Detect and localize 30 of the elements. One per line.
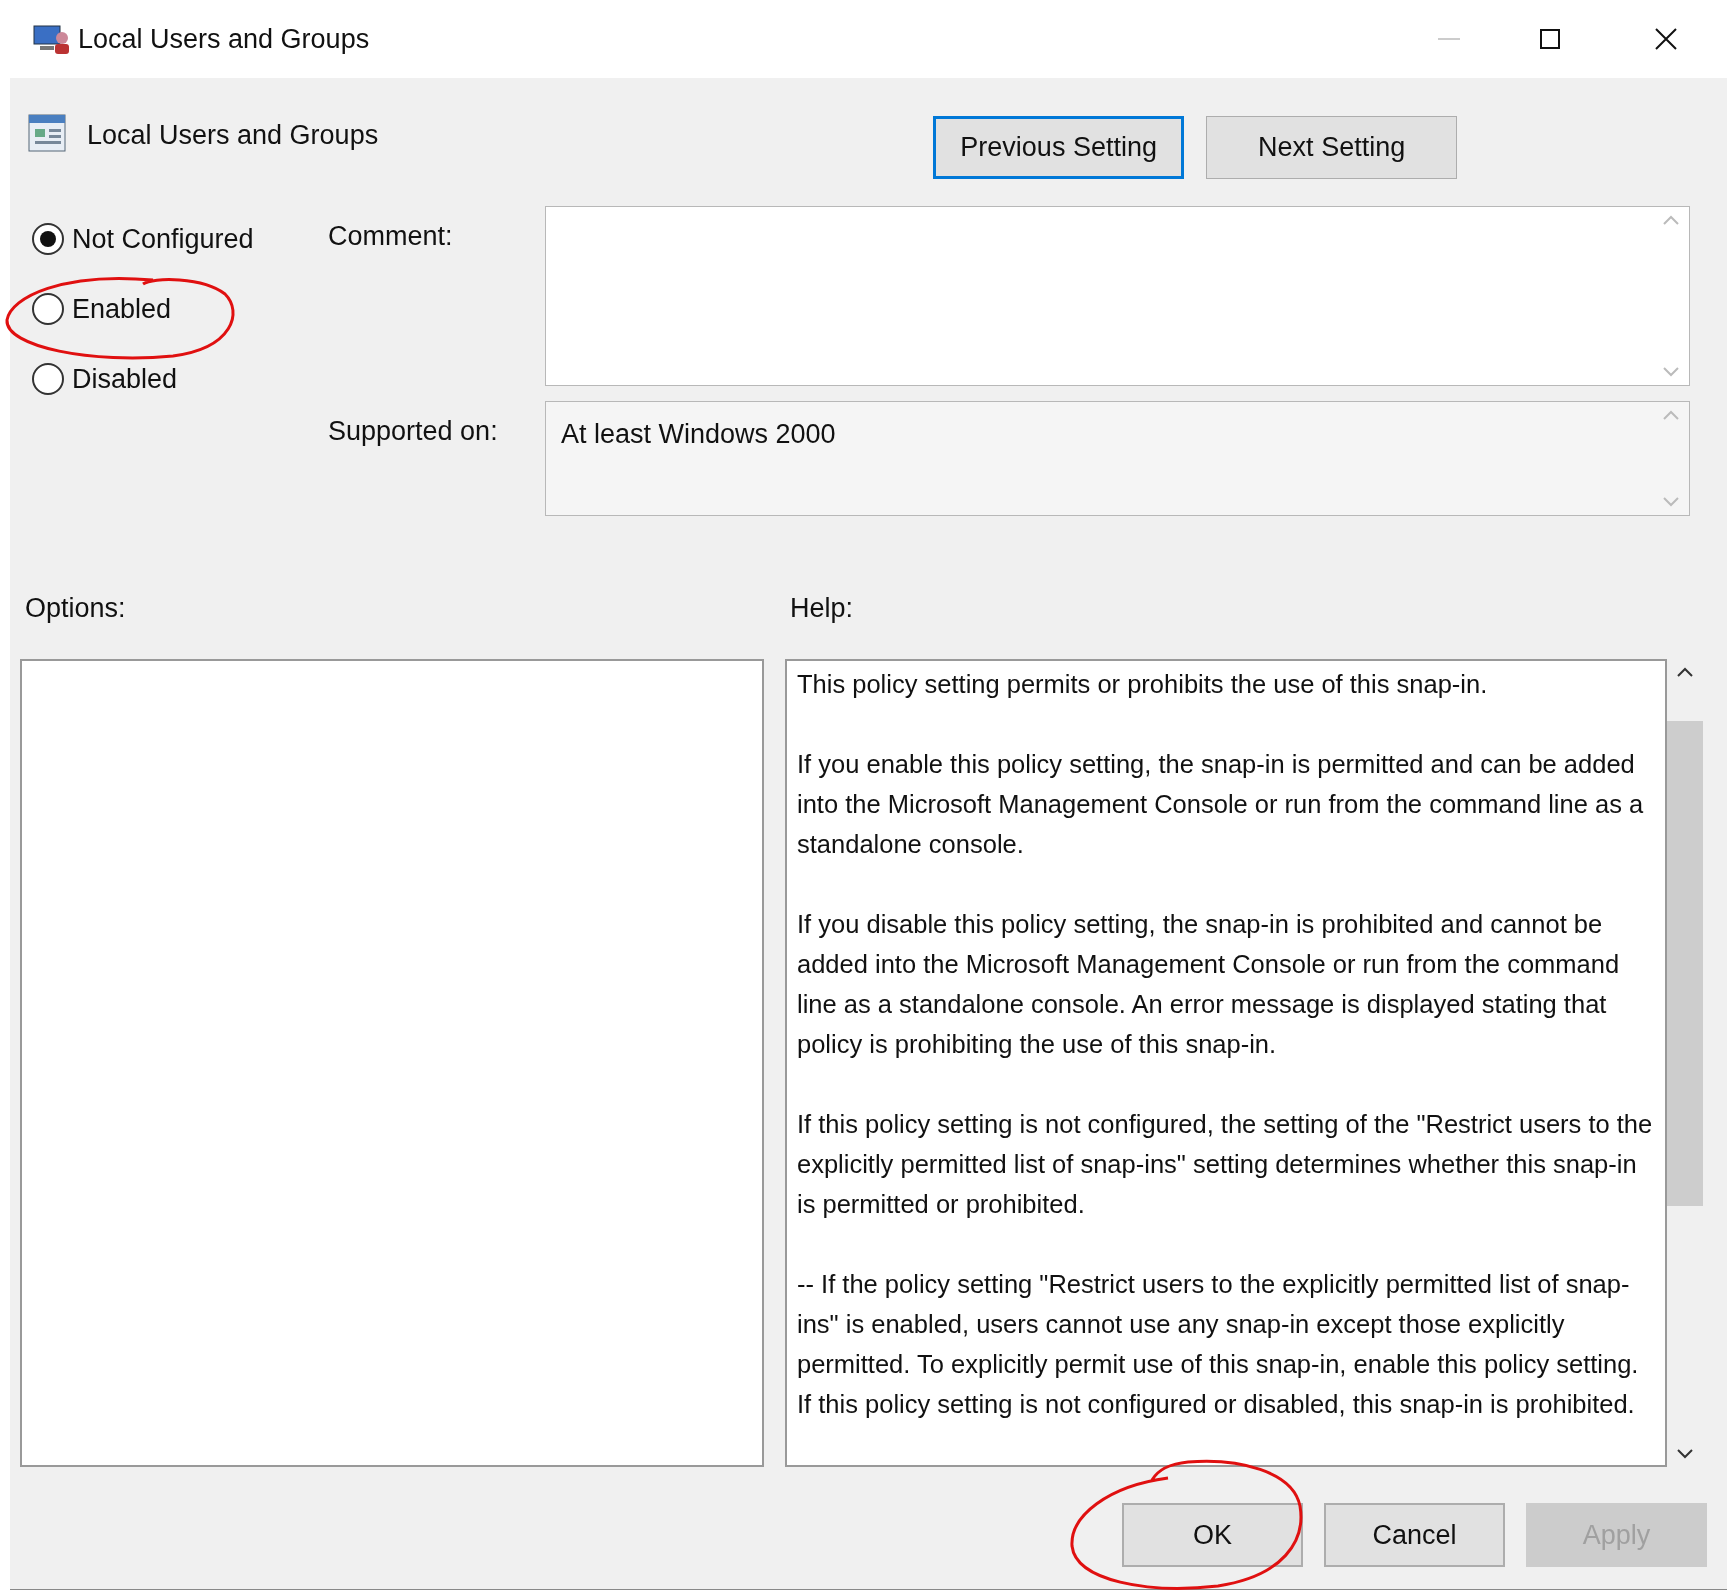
- computer-users-icon: [32, 22, 70, 56]
- radio-option[interactable]: Enabled: [32, 289, 328, 329]
- help-paragraph: If you disable this policy setting, the snap-in is prohibited and cannot be added into the Microsoft Management Console or run from the command line as a standalone console. An error message is displayed stating that policy is prohibiting the use of this snap-in.: [797, 909, 1621, 1060]
- help-label: Help:: [790, 592, 854, 625]
- help-paragraph: If you enable this policy setting, the snap-in is permitted and can be added into the Microsoft Management Console or run from the command line as a standalone console.: [797, 749, 1645, 860]
- setting-button[interactable]: Next Setting: [1206, 116, 1458, 179]
- scrollbar-thumb[interactable]: [1667, 720, 1703, 1206]
- help-paragraph: This policy setting permits or prohibits the use of this snap-in.: [797, 669, 1489, 700]
- supported-on-label: Supported on:: [328, 415, 499, 448]
- scroll-down-icon[interactable]: [1677, 1449, 1693, 1459]
- setting-button[interactable]: Previous Setting: [933, 116, 1185, 179]
- radio-button[interactable]: [32, 223, 64, 255]
- options-label: Options:: [24, 592, 127, 625]
- radio-button[interactable]: [32, 363, 64, 395]
- policy-window-icon: [27, 113, 67, 153]
- help-paragraph: -- If the policy setting "Restrict users to the explicitly permitted list of snap-ins" is enabled, users cannot use any snap-in except those explicitly permitted. To explicitly permit use of this snap-in, enable this policy setting. If this policy setting is not configured or disabled, this snap-in is prohibited.: [797, 1269, 1640, 1420]
- minimize-icon[interactable]: [1438, 38, 1460, 40]
- close-icon[interactable]: [1655, 28, 1677, 50]
- radio-button[interactable]: [32, 293, 64, 325]
- radio-option[interactable]: Disabled: [32, 359, 328, 399]
- supported-on-field: At least Windows 2000: [545, 401, 1690, 516]
- comment-label: Comment:: [328, 220, 454, 253]
- dialog-button[interactable]: Cancel: [1324, 1503, 1505, 1567]
- policy-title: Local Users and Groups: [87, 119, 379, 152]
- radio-option[interactable]: Not Configured: [32, 219, 328, 259]
- dialog-button[interactable]: OK: [1122, 1503, 1303, 1567]
- help-paragraph: If this policy setting is not configured, the setting of the "Restrict users to the explicitly permitted list of snap-ins" setting determines whether this snap-in is permitted or prohibited.: [797, 1109, 1654, 1220]
- window-title: Local Users and Groups: [78, 22, 370, 56]
- maximize-icon[interactable]: [1540, 29, 1560, 49]
- scroll-up-icon[interactable]: [1677, 667, 1693, 677]
